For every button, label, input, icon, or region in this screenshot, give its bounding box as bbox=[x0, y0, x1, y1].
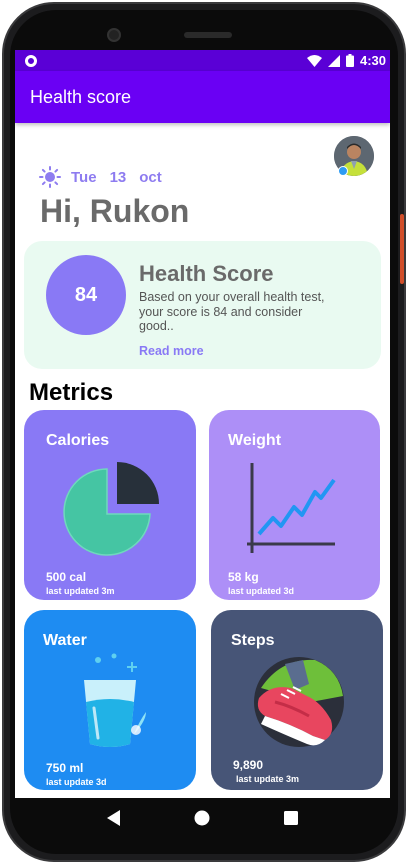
power-button[interactable] bbox=[400, 214, 404, 284]
app-bar: Health score bbox=[15, 71, 390, 123]
recents-square-icon bbox=[284, 811, 299, 825]
metrics-heading: Metrics bbox=[29, 379, 114, 406]
tile-title: Steps bbox=[231, 632, 275, 649]
main-content: Tue 13 oct Hi, Rukon 84 Health Score Bas… bbox=[15, 123, 390, 798]
tile-title: Water bbox=[43, 632, 87, 649]
back-button[interactable] bbox=[106, 810, 121, 831]
water-tile[interactable]: Water 750 ml last update 3d bbox=[24, 610, 196, 790]
tile-updated: last updated 3d bbox=[228, 586, 295, 596]
tile-value: 750 ml bbox=[46, 761, 84, 775]
score-value: 84 bbox=[74, 283, 98, 306]
front-camera bbox=[107, 28, 121, 42]
weight-tile[interactable]: Weight 58 kg last updated 3d bbox=[209, 410, 380, 600]
status-time: 4:30 bbox=[359, 53, 386, 68]
tile-title: Weight bbox=[228, 432, 282, 449]
tile-updated: last updated 3m bbox=[46, 586, 115, 596]
line-chart-icon bbox=[247, 463, 336, 553]
score-description: Based on your overall health test, your … bbox=[139, 290, 325, 333]
steps-tile[interactable]: Steps 9,890 last update 3m bbox=[211, 610, 383, 790]
signal-icon bbox=[327, 54, 340, 67]
calories-tile[interactable]: Calories 500 cal last updated 3m bbox=[24, 410, 196, 600]
health-score-card[interactable]: 84 Health Score Based on your overall he… bbox=[24, 241, 381, 369]
tile-updated: last update 3d bbox=[46, 777, 107, 787]
date-row: Tue 13 oct bbox=[39, 166, 175, 188]
read-more-link[interactable]: Read more bbox=[139, 344, 204, 358]
sun-icon bbox=[39, 166, 61, 188]
tile-value: 500 cal bbox=[46, 570, 87, 584]
online-status-dot bbox=[338, 166, 348, 176]
water-glass-icon bbox=[84, 653, 146, 747]
date-day: Tue bbox=[71, 168, 97, 186]
tile-value: 9,890 bbox=[233, 758, 264, 772]
app-screen: 4:30 Health score Tue 13 oct Hi, Rukon 8… bbox=[15, 50, 390, 798]
wifi-icon bbox=[306, 54, 322, 67]
recents-button[interactable] bbox=[284, 811, 299, 830]
date-number: 13 bbox=[109, 168, 127, 186]
score-title: Health Score bbox=[139, 261, 274, 286]
tile-title: Calories bbox=[46, 432, 110, 449]
tile-value: 58 kg bbox=[228, 570, 259, 584]
battery-icon bbox=[345, 54, 354, 67]
home-circle-icon bbox=[194, 810, 210, 826]
system-nav-bar bbox=[15, 798, 390, 843]
app-bar-title: Health score bbox=[30, 86, 132, 107]
status-bar: 4:30 bbox=[15, 50, 390, 71]
date-month: oct bbox=[139, 168, 162, 186]
earpiece-speaker bbox=[184, 32, 232, 38]
score-circle: 84 bbox=[46, 255, 126, 335]
home-button[interactable] bbox=[194, 810, 210, 831]
notification-dot-icon bbox=[25, 54, 37, 67]
greeting: Hi, Rukon bbox=[40, 193, 190, 229]
sneaker-icon bbox=[254, 657, 344, 747]
tile-updated: last update 3m bbox=[236, 774, 300, 784]
pie-chart-icon bbox=[63, 462, 159, 556]
back-triangle-icon bbox=[106, 810, 120, 826]
